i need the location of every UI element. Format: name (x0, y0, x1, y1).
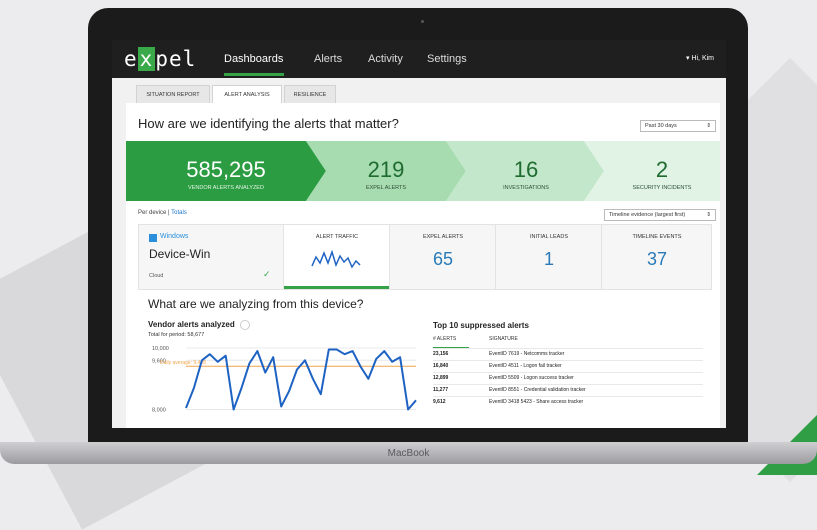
alert-count: 9,612 (433, 399, 446, 405)
table-row[interactable]: 23,156 EventID 7619 - Netcomms tracker (433, 348, 703, 360)
initial-leads-column[interactable]: Initial leads 1 (495, 225, 602, 289)
sort-select[interactable]: Timeline evidence (largest first) ⇕ (604, 209, 716, 221)
nav-dashboards[interactable]: Dashboards (224, 53, 283, 65)
top10-title: Top 10 suppressed alerts (433, 321, 529, 330)
table-header: # Alerts Signature (433, 336, 703, 349)
camera-dot (421, 20, 424, 23)
vendor-alerts-label: Vendor alerts analyzed (188, 185, 264, 191)
vendor-alerts-chart: 10,0009,6008,000Daily average: 9,408 (152, 346, 417, 414)
chart-title: Vendor alerts analyzed (148, 320, 235, 329)
timeline-events-value: 37 (646, 249, 668, 269)
totals-link[interactable]: Totals (171, 210, 187, 216)
alert-signature: EventID 5509 - Logon success tracker (489, 375, 574, 381)
device-summary-row[interactable]: Windows Device-Win Cloud ✓ Alert traffic… (138, 224, 712, 290)
top-navbar: expel Dashboards Alerts Activity Setting… (112, 40, 726, 78)
nav-activity[interactable]: Activity (368, 53, 403, 65)
selected-indicator (284, 286, 390, 289)
chart-subtitle: Total for period: 58,677 (148, 332, 205, 338)
alert-signature: EventID 7619 - Netcomms tracker (489, 351, 565, 357)
check-icon: ✓ (263, 269, 271, 279)
date-range-select[interactable]: Past 30 days ⇕ (640, 120, 716, 132)
nav-settings[interactable]: Settings (427, 53, 467, 65)
average-annotation: Daily average: 9,408 (160, 360, 206, 366)
vendor-alerts-value: 585,295 (186, 157, 266, 182)
col-signature-header[interactable]: Signature (489, 336, 703, 342)
y-tick-label: 8,000 (152, 408, 166, 414)
table-row[interactable]: 12,899 EventID 5509 - Logon success track… (433, 372, 703, 384)
os-brand: Windows (160, 233, 189, 240)
user-menu[interactable]: ▾ Hi, Kim (686, 54, 714, 62)
alert-count: 23,156 (433, 351, 449, 357)
expel-alerts-col-label: Expel alerts (422, 234, 464, 240)
alert-count: 12,899 (433, 375, 449, 381)
active-nav-indicator (224, 73, 284, 76)
series-line (185, 348, 417, 411)
initial-leads-value: 1 (543, 249, 554, 269)
expel-alerts-value: 219 (367, 157, 405, 182)
expel-alerts-label: Expel alerts (365, 185, 407, 191)
table-row[interactable]: 9,612 EventID 3418 5423 - Share access tr… (433, 396, 703, 408)
chevron-icon: ⇕ (706, 123, 711, 129)
alert-count: 16,840 (433, 363, 449, 369)
section-title: How are we identifying the alerts that m… (138, 116, 399, 131)
alert-signature: EventID 8551 - Credential validation tra… (489, 387, 586, 393)
windows-icon (149, 234, 157, 242)
y-tick-label: 10,000 (152, 346, 169, 352)
expel-logo[interactable]: expel (124, 47, 196, 71)
tab-alert-analysis[interactable]: ALERT ANALYSIS (212, 85, 282, 105)
table-row[interactable]: 16,840 EventID 4511 - Logon fail tracker (433, 360, 703, 372)
per-device-label[interactable]: Per device (138, 210, 166, 216)
investigations-value: 16 (513, 157, 539, 182)
initial-leads-label: Initial leads (529, 234, 568, 240)
info-icon[interactable] (240, 320, 250, 330)
chevron-icon: ⇕ (706, 212, 711, 218)
incidents-value: 2 (655, 157, 669, 182)
app-screen: expel Dashboards Alerts Activity Setting… (112, 40, 726, 428)
alert-traffic-column[interactable]: Alert traffic (283, 225, 390, 289)
device-name: Device-Win (149, 247, 211, 261)
col-alerts-header[interactable]: # Alerts (433, 336, 483, 342)
view-toggle: Per device | Totals (138, 210, 187, 216)
laptop-label: MacBook (387, 448, 430, 459)
sparkline (311, 249, 361, 269)
timeline-events-label: Timeline events (632, 234, 682, 240)
expel-alerts-column[interactable]: Expel alerts 65 (389, 225, 496, 289)
expel-alerts-col-value: 65 (432, 249, 454, 269)
dashboard-panel: How are we identifying the alerts that m… (126, 103, 720, 428)
incidents-label: Security incidents (632, 185, 692, 191)
timeline-events-column[interactable]: Timeline events 37 (601, 225, 712, 289)
device-location: Cloud (149, 273, 164, 279)
table-row[interactable]: 11,277 EventID 8551 - Credential validati… (433, 384, 703, 396)
alert-signature: EventID 3418 5423 - Share access tracker (489, 399, 584, 405)
alert-count: 11,277 (433, 387, 449, 393)
nav-alerts[interactable]: Alerts (314, 53, 342, 65)
tab-resilience[interactable]: RESILIENCE (284, 85, 336, 105)
device-analysis-title: What are we analyzing from this device? (148, 297, 364, 311)
tab-situation-report[interactable]: SITUATION REPORT (136, 85, 210, 105)
investigations-label: Investigations (503, 185, 549, 191)
alert-signature: EventID 4511 - Logon fail tracker (489, 363, 562, 369)
sparkline-line (311, 249, 361, 269)
top10-table: # Alerts Signature 23,156 EventID 7619 - … (433, 336, 703, 408)
